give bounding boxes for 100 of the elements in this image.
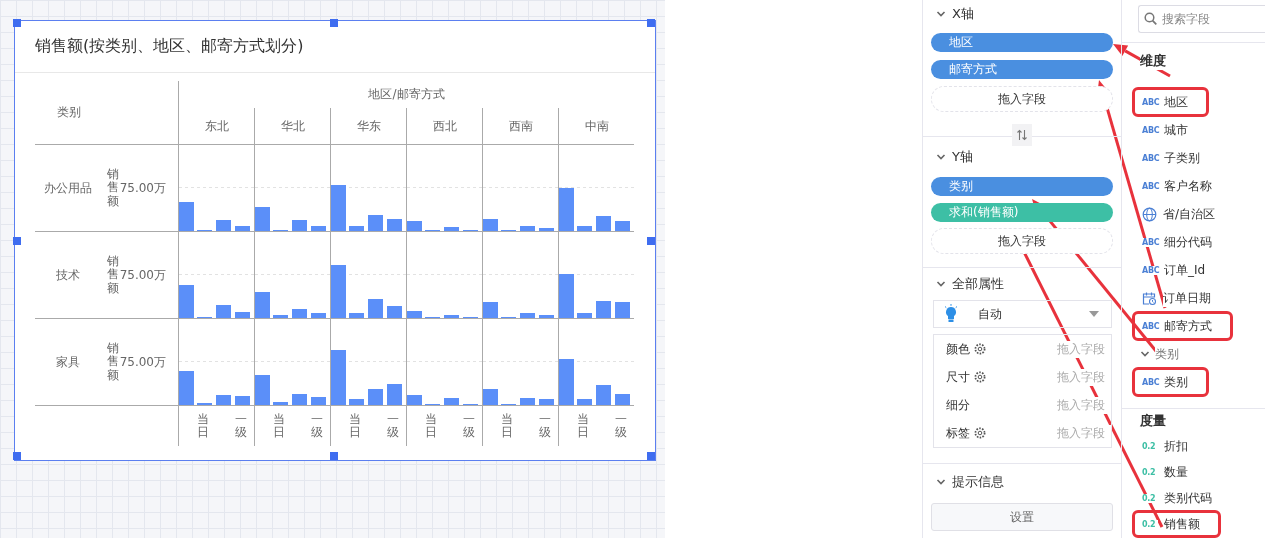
field-item[interactable]: 0.2 数量: [1133, 459, 1208, 485]
measure-label: 销售额: [106, 255, 119, 295]
field-label: 销售额: [1164, 515, 1200, 533]
property-label: 标签: [946, 424, 970, 442]
type-label: 0.2: [1142, 467, 1158, 477]
chevron-icon[interactable]: [936, 9, 946, 19]
bar-chart-drawing: [559, 359, 630, 405]
type-label: ABC: [1142, 265, 1158, 275]
field-item[interactable]: ABC 地区: [1133, 88, 1208, 116]
axis-tick-label: 75.00万: [119, 353, 166, 371]
field-item[interactable]: ABC 城市: [1133, 116, 1208, 144]
axis-label: 一级: [539, 413, 551, 440]
resize-handle[interactable]: [13, 452, 21, 460]
type-label: ABC: [1142, 125, 1158, 135]
resize-handle[interactable]: [330, 19, 338, 27]
chevron-icon[interactable]: [936, 279, 946, 289]
field-item[interactable]: 0.2 折扣: [1133, 433, 1208, 459]
type-label: 0.2: [1142, 441, 1158, 451]
resize-handle[interactable]: [647, 237, 655, 245]
drop-zone[interactable]: 拖入字段: [931, 228, 1113, 254]
chevron-icon[interactable]: [936, 152, 946, 162]
resize-handle[interactable]: [330, 452, 338, 460]
settings-button[interactable]: 设置: [931, 503, 1113, 531]
region-header: 西北: [406, 108, 482, 145]
field-item[interactable]: 省/自治区: [1133, 200, 1236, 228]
bar-chart-drawing: [179, 285, 250, 318]
field-label: 城市: [1164, 121, 1188, 139]
resize-handle[interactable]: [13, 237, 21, 245]
property-label: 细分: [946, 396, 970, 414]
bar-chart-drawing: [331, 350, 402, 405]
axis-label: 当日: [577, 413, 589, 440]
axis-label: 当日: [425, 413, 437, 440]
axis-label: 一级: [235, 413, 247, 440]
field-item[interactable]: ABC 类别: [1133, 368, 1208, 396]
bar-chart-drawing: [331, 265, 402, 318]
section-title: 全部属性: [952, 275, 1004, 293]
bar-chart-drawing: [483, 219, 554, 231]
section-title: X轴: [952, 5, 974, 23]
gear-icon[interactable]: [974, 343, 986, 355]
field-item[interactable]: 订单日期: [1133, 284, 1231, 312]
category-label: 技术: [35, 232, 100, 319]
caret-icon: [1089, 311, 1099, 317]
field-item[interactable]: ABC 子类别: [1133, 144, 1220, 172]
field-label: 地区: [1164, 93, 1188, 111]
bar-chart-drawing: [559, 274, 630, 318]
type-label: ABC: [1142, 321, 1158, 331]
bar-chart-drawing: [331, 185, 402, 231]
type-label: ABC: [1142, 237, 1158, 247]
bar-chart-drawing: [407, 395, 478, 405]
measure-label: 销售额: [106, 342, 119, 382]
bar-chart-drawing: [483, 302, 554, 318]
chart-card[interactable]: 销售额(按类别、地区、邮寄方式划分) 类别 地区/邮寄方式 东北 华北 华东 西北 西南 中南 办公用品 销售额 75.00万 技术 销售额 75.00万 家具 销售额 75.00万 当日 一级 当日 一级 当日 一级 当日 一级 当日 一级 当日 一级: [14, 20, 656, 461]
field-label: 类别代码: [1164, 489, 1212, 507]
field-item[interactable]: 0.2 销售额: [1133, 511, 1220, 537]
axis-label: 一级: [615, 413, 627, 440]
axis-label: 当日: [273, 413, 285, 440]
property-label: 颜色: [946, 340, 970, 358]
field-label: 折扣: [1164, 437, 1188, 455]
search-icon: [1144, 12, 1157, 25]
chevron-icon[interactable]: [936, 477, 946, 487]
globe-icon: [1142, 206, 1157, 222]
region-header: 西南: [482, 108, 558, 145]
resize-handle[interactable]: [13, 19, 21, 27]
field-label: 数量: [1164, 463, 1188, 481]
field-label: 客户名称: [1164, 177, 1212, 195]
folder-label[interactable]: 类别: [1155, 345, 1179, 363]
bar-chart-drawing: [255, 207, 326, 231]
row-header: 类别: [35, 81, 178, 145]
resize-handle[interactable]: [647, 19, 655, 27]
field-label: 订单日期: [1163, 289, 1211, 307]
axis-label: 一级: [311, 413, 323, 440]
type-label: ABC: [1142, 377, 1158, 387]
resize-handle[interactable]: [647, 452, 655, 460]
region-header: 华北: [254, 108, 330, 145]
field-label: 订单_Id: [1164, 261, 1206, 279]
axis-label: 当日: [349, 413, 361, 440]
gear-icon[interactable]: [974, 427, 986, 439]
mark-type-dropdown[interactable]: 自动: [933, 300, 1112, 328]
column-header: 地区/邮寄方式: [178, 81, 634, 108]
field-item[interactable]: ABC 细分代码: [1133, 228, 1232, 256]
calendar-icon: [1142, 290, 1157, 306]
region-header: 东北: [178, 108, 254, 145]
gear-icon[interactable]: [974, 371, 986, 383]
axis-label: 当日: [501, 413, 513, 440]
lightbulb-icon: [944, 304, 958, 324]
field-item[interactable]: ABC 客户名称: [1133, 172, 1232, 200]
swap-button[interactable]: [1012, 124, 1032, 146]
type-label: ABC: [1142, 97, 1158, 107]
axis-tick-label: 75.00万: [119, 266, 166, 284]
field-label: 类别: [1164, 373, 1188, 391]
field-item[interactable]: ABC 邮寄方式: [1133, 312, 1232, 340]
search-field[interactable]: 搜索字段: [1138, 5, 1265, 33]
drop-zone[interactable]: 拖入字段: [931, 86, 1113, 112]
field-item[interactable]: ABC 订单_Id: [1133, 256, 1226, 284]
bar-chart-drawing: [255, 292, 326, 318]
chevron-icon[interactable]: [1140, 349, 1150, 359]
axis-label: 一级: [463, 413, 475, 440]
swap-icon: [1016, 129, 1028, 141]
field-item[interactable]: 0.2 类别代码: [1133, 485, 1232, 511]
field-label: 细分代码: [1164, 233, 1212, 251]
